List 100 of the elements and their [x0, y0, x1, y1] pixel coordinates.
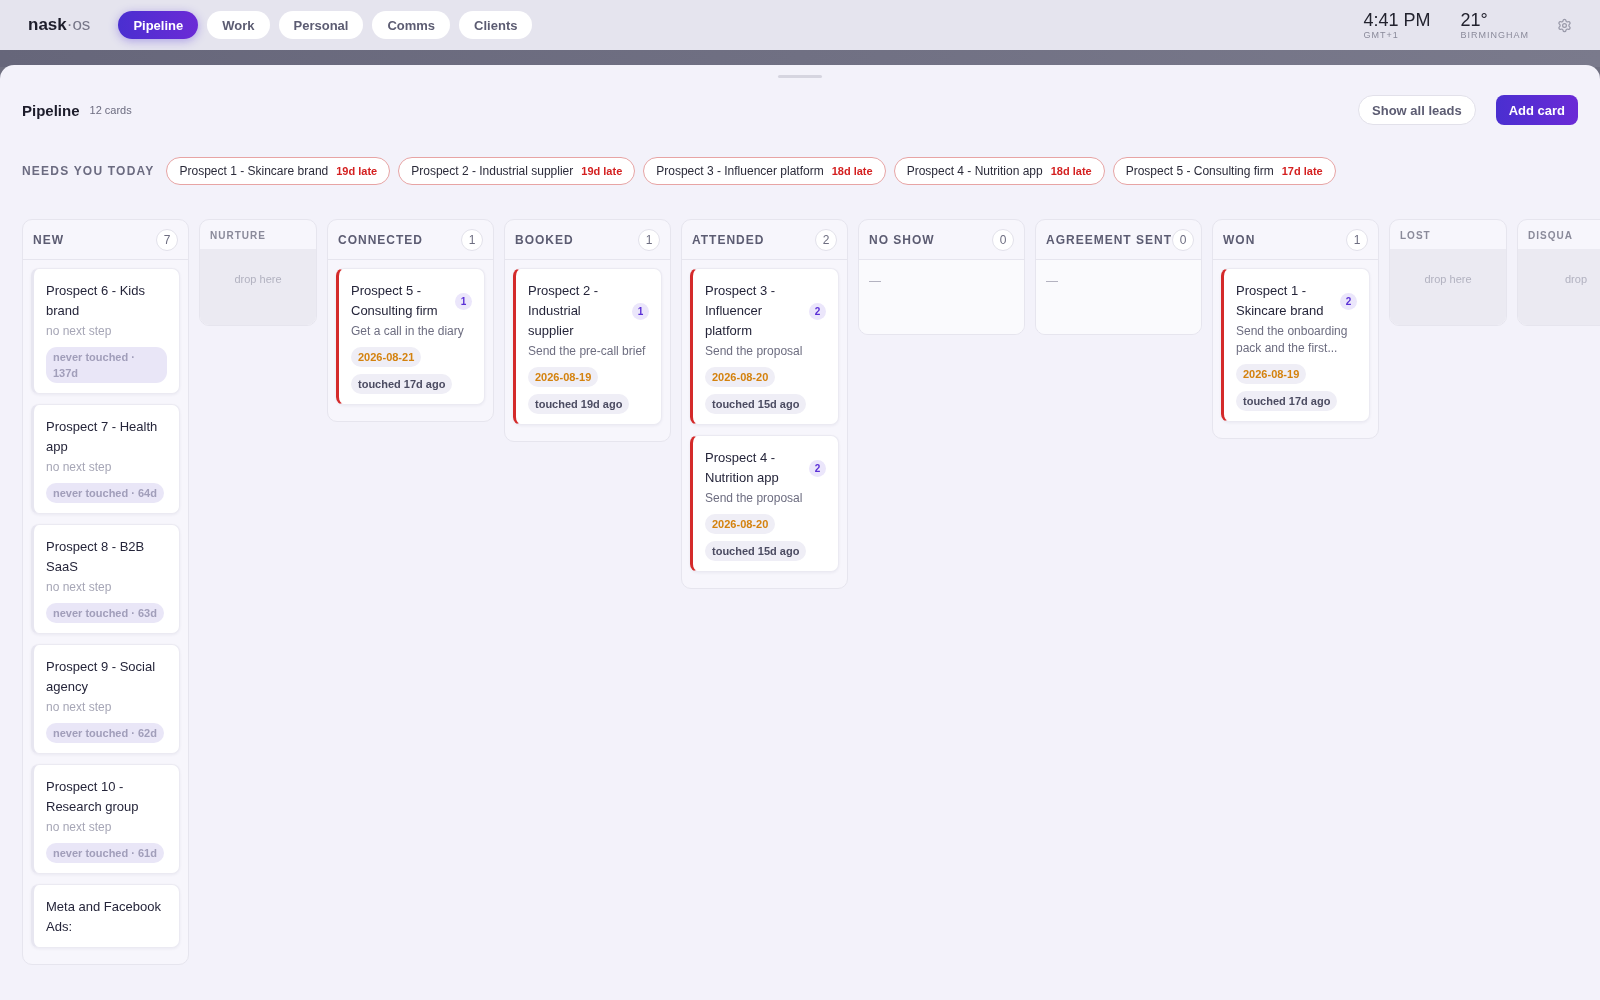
touched-tag: touched 19d ago: [528, 394, 630, 414]
lead-card[interactable]: Prospect 9 - Social agency no next step never touched · 62d: [31, 644, 180, 754]
column-title: ATTENDED: [692, 232, 765, 247]
column-count: 1: [1346, 228, 1368, 251]
column-title: NEW: [33, 232, 64, 247]
touched-tag: touched 15d ago: [705, 541, 807, 561]
column-count: 0: [1172, 228, 1194, 251]
count-badge: 2: [809, 459, 826, 477]
time-zone: GMT+1: [1363, 30, 1400, 40]
due-date: 2026-08-21: [351, 347, 422, 367]
next-step: Send the proposal: [705, 343, 803, 360]
column-count: 2: [815, 228, 837, 251]
card-title: Meta and Facebook Ads:: [46, 898, 162, 936]
touched-tag: never touched · 63d: [46, 603, 164, 623]
lead-card[interactable]: Prospect 2 - Industrial supplier 1 Send the pre-call brief 2026-08-19 touched 19d ago: [513, 268, 662, 425]
lead-card[interactable]: Prospect 7 - Health app no next step never touched · 64d: [31, 404, 180, 514]
next-step: no next step: [46, 459, 112, 476]
nav-tab[interactable]: Personal: [278, 11, 364, 39]
overdue-chip[interactable]: Prospect 2 - Industrial supplier 19d late: [398, 157, 636, 185]
due-date: 2026-08-19: [1236, 364, 1307, 384]
touched-tag: never touched · 62d: [46, 723, 164, 743]
chip-name: Prospect 4 - Nutrition app: [906, 164, 1043, 178]
count-badge: 1: [455, 292, 472, 310]
nav-tab[interactable]: Work: [207, 11, 270, 39]
chip-name: Prospect 2 - Industrial supplier: [411, 164, 574, 178]
empty-column-area: —: [1036, 260, 1201, 334]
card-title: Prospect 1 - Skincare brand: [1236, 282, 1325, 320]
column-title: BOOKED: [515, 232, 574, 247]
lead-card[interactable]: Prospect 5 - Consulting firm 1 Get a call in the diary 2026-08-21 touched 17d ago: [336, 268, 485, 405]
lead-card[interactable]: Prospect 6 - Kids brand no next step never touched · 137d: [31, 268, 180, 394]
column-count: 0: [992, 228, 1014, 251]
next-step: no next step: [46, 819, 112, 836]
next-step: Send the proposal: [705, 490, 803, 507]
logo-text: nask: [28, 15, 67, 35]
settings-icon[interactable]: [1557, 17, 1572, 33]
card-title: Prospect 2 - Industrial supplier: [528, 282, 600, 340]
add-button[interactable]: Add card: [1495, 95, 1578, 125]
due-date: 2026-08-20: [705, 367, 776, 387]
logo-suffix: ·os: [66, 15, 91, 35]
touched-tag: never touched · 64d: [46, 483, 164, 503]
card-count: 12 cards: [89, 104, 132, 116]
touched-tag: never touched · 61d: [46, 843, 164, 863]
column-title: CONNECTED: [338, 232, 423, 247]
chip-name: Prospect 3 - Influencer platform: [656, 164, 824, 178]
page-title: Pipeline: [22, 101, 80, 119]
touched-tag: never touched · 137d: [46, 347, 167, 383]
late-label: 18d late: [1050, 165, 1092, 177]
overdue-chip[interactable]: Prospect 3 - Influencer platform 18d late: [643, 157, 886, 185]
late-label: 17d late: [1281, 165, 1323, 177]
overdue-chip[interactable]: Prospect 1 - Skincare brand 19d late: [166, 157, 391, 185]
due-date: 2026-08-20: [705, 514, 776, 534]
nav-tab[interactable]: Pipeline: [118, 11, 199, 39]
city-name: BIRMINGHAM: [1460, 30, 1529, 40]
touched-tag: touched 17d ago: [351, 374, 453, 394]
column-count: 1: [461, 228, 483, 251]
touched-tag: touched 17d ago: [1236, 391, 1338, 411]
next-step: Send the pre-call brief: [528, 343, 646, 360]
card-title: Prospect 4 - Nutrition app: [705, 449, 780, 487]
late-label: 19d late: [336, 165, 378, 177]
card-title: Prospect 8 - B2B SaaS: [46, 538, 146, 576]
column-title: WON: [1223, 232, 1256, 247]
next-step: no next step: [46, 699, 112, 716]
filter-button[interactable]: Show all leads: [1358, 95, 1476, 125]
column-count: 1: [638, 228, 660, 251]
column-title: AGREEMENT SENT: [1046, 232, 1172, 247]
clock-time: 4:41 PM: [1363, 10, 1431, 29]
card-title: Prospect 7 - Health app: [46, 418, 159, 456]
nav-tab[interactable]: Clients: [459, 11, 533, 39]
lead-card[interactable]: Prospect 3 - Influencer platform 2 Send the proposal 2026-08-20 touched 15d ago: [690, 268, 839, 425]
overdue-chip[interactable]: Prospect 4 - Nutrition app 18d late: [893, 157, 1105, 185]
count-badge: 2: [1340, 292, 1357, 310]
section-label: NEEDS YOU TODAY: [22, 164, 155, 178]
chip-name: Prospect 5 - Consulting firm: [1125, 164, 1274, 178]
next-step: no next step: [46, 579, 112, 596]
next-step: Get a call in the diary: [351, 323, 464, 340]
touched-tag: touched 15d ago: [705, 394, 807, 414]
count-badge: 2: [809, 302, 826, 320]
column-title: NURTURE: [209, 229, 267, 243]
due-date: 2026-08-19: [528, 367, 599, 387]
card-title: Prospect 3 - Influencer platform: [705, 282, 777, 340]
lead-card[interactable]: Prospect 4 - Nutrition app 2 Send the proposal 2026-08-20 touched 15d ago: [690, 435, 839, 572]
lead-card[interactable]: Meta and Facebook Ads:: [31, 884, 180, 948]
nav-tab[interactable]: Comms: [372, 11, 451, 39]
lead-card[interactable]: Prospect 8 - B2B SaaS no next step never touched · 63d: [31, 524, 180, 634]
column-title: LOST: [1399, 229, 1432, 243]
card-title: Prospect 5 - Consulting firm: [351, 282, 439, 320]
temperature: 21°: [1460, 10, 1489, 29]
lead-card[interactable]: Prospect 1 - Skincare brand 2 Send the onboarding pack and the first... 2026-08-19 touched 17d ago: [1221, 268, 1370, 422]
late-label: 19d late: [581, 165, 623, 177]
late-label: 18d late: [831, 165, 873, 177]
next-step: no next step: [46, 323, 112, 340]
column-title: DISQUA: [1527, 229, 1574, 243]
card-title: Prospect 6 - Kids brand: [46, 282, 146, 320]
card-title: Prospect 9 - Social agency: [46, 658, 157, 696]
overdue-chip[interactable]: Prospect 5 - Consulting firm 17d late: [1112, 157, 1336, 185]
card-title: Prospect 10 - Research group: [46, 778, 140, 816]
column-count: 7: [156, 228, 178, 251]
count-badge: 1: [632, 302, 649, 320]
chip-name: Prospect 1 - Skincare brand: [179, 164, 329, 178]
lead-card[interactable]: Prospect 10 - Research group no next step never touched · 61d: [31, 764, 180, 874]
